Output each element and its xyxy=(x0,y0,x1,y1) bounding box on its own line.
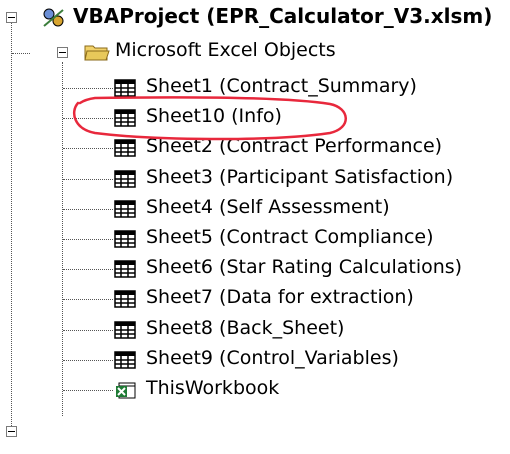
tree-node-project[interactable]: VBAProject (EPR_Calculator_V3.xlsm) xyxy=(0,0,510,34)
tree-connector xyxy=(12,53,30,54)
project-explorer-tree: VBAProject (EPR_Calculator_V3.xlsm) Micr… xyxy=(0,0,510,437)
tree-item-label: Sheet6 (Star Rating Calculations) xyxy=(146,256,463,278)
tree-connector xyxy=(63,299,113,300)
tree-item-label: Sheet4 (Self Assessment) xyxy=(146,196,390,218)
folder-label: Microsoft Excel Objects xyxy=(115,39,336,61)
tree-item-label: Sheet9 (Control_Variables) xyxy=(146,347,399,369)
tree-connector xyxy=(63,88,113,89)
tree-connector xyxy=(63,179,113,180)
tree-connector xyxy=(63,148,113,149)
tree-item[interactable]: Sheet10 (Info) xyxy=(0,100,510,134)
tree-item-label: ThisWorkbook xyxy=(146,377,280,399)
tree-connector xyxy=(63,390,113,391)
tree-item-label: Sheet3 (Participant Satisfaction) xyxy=(146,166,454,188)
tree-item[interactable]: Sheet8 (Back_Sheet) xyxy=(0,312,510,346)
tree-item-label: Sheet1 (Contract_Summary) xyxy=(146,75,417,97)
worksheet-icon xyxy=(114,79,136,97)
tree-item-label: Sheet10 (Info) xyxy=(146,105,282,127)
tree-item[interactable]: Sheet1 (Contract_Summary) xyxy=(0,70,510,104)
collapse-toggle[interactable] xyxy=(57,47,68,58)
tree-item-label: Sheet2 (Contract Performance) xyxy=(146,135,443,157)
worksheet-icon xyxy=(114,260,136,278)
folder-open-icon xyxy=(84,45,110,61)
worksheet-icon xyxy=(114,200,136,218)
tree-item[interactable]: Sheet2 (Contract Performance) xyxy=(0,130,510,164)
tree-item-label: Sheet8 (Back_Sheet) xyxy=(146,317,345,339)
worksheet-icon xyxy=(114,351,136,369)
tree-item[interactable]: Sheet9 (Control_Variables) xyxy=(0,342,510,376)
tree-item-label: Sheet5 (Contract Compliance) xyxy=(146,226,434,248)
collapse-toggle[interactable] xyxy=(6,12,17,23)
tree-connector xyxy=(63,118,113,119)
tree-item-label: Sheet7 (Data for extraction) xyxy=(146,286,414,308)
worksheet-icon xyxy=(114,230,136,248)
workbook-icon xyxy=(116,382,136,399)
tree-connector xyxy=(63,330,113,331)
tree-item[interactable]: Sheet7 (Data for extraction) xyxy=(0,281,510,315)
project-label: VBAProject (EPR_Calculator_V3.xlsm) xyxy=(73,4,493,28)
tree-item[interactable]: Sheet6 (Star Rating Calculations) xyxy=(0,251,510,285)
tree-item[interactable]: ThisWorkbook xyxy=(0,372,510,406)
vba-project-icon xyxy=(43,8,64,27)
tree-connector xyxy=(63,209,113,210)
tree-node-modules[interactable] xyxy=(0,420,510,454)
tree-connector xyxy=(63,360,113,361)
worksheet-icon xyxy=(114,170,136,188)
tree-item[interactable]: Sheet4 (Self Assessment) xyxy=(0,191,510,225)
tree-node-excel-objects[interactable]: Microsoft Excel Objects xyxy=(0,34,510,68)
tree-item[interactable]: Sheet3 (Participant Satisfaction) xyxy=(0,161,510,195)
worksheet-icon xyxy=(114,290,136,308)
tree-connector xyxy=(63,239,113,240)
worksheet-icon xyxy=(114,109,136,127)
worksheet-icon xyxy=(114,321,136,339)
tree-item[interactable]: Sheet5 (Contract Compliance) xyxy=(0,221,510,255)
worksheet-icon xyxy=(114,139,136,157)
tree-connector xyxy=(63,269,113,270)
